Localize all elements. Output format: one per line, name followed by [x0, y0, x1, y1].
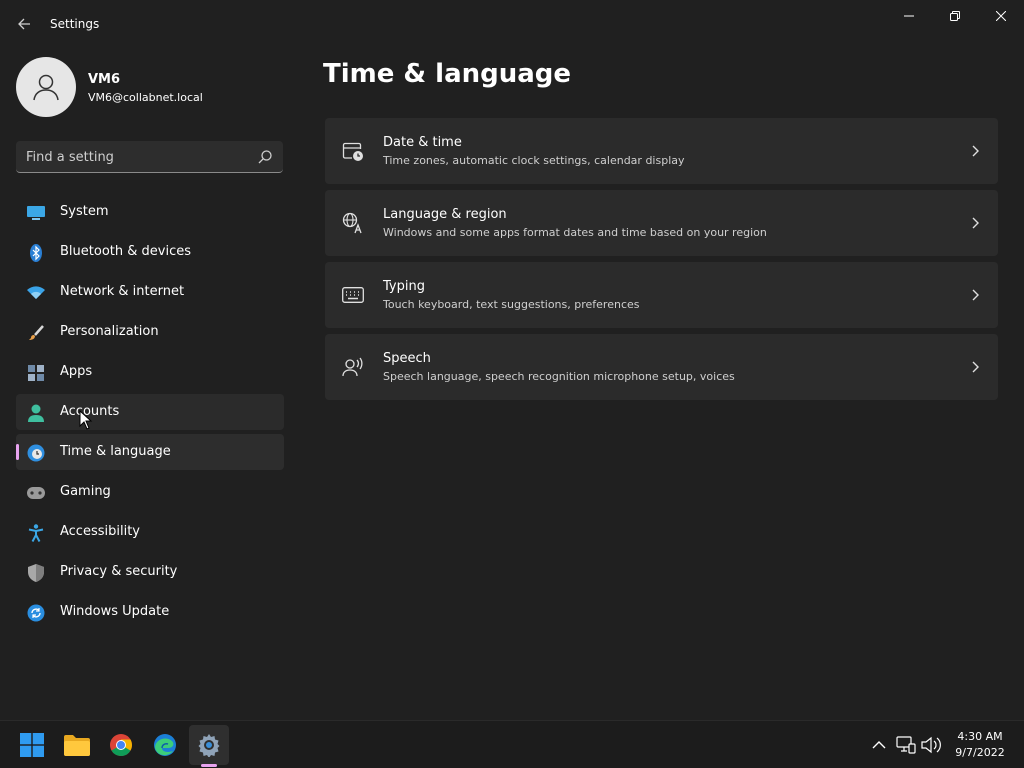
card-typing[interactable]: Typing Touch keyboard, text suggestions,…: [325, 262, 998, 328]
sidebar-item-accounts[interactable]: Accounts: [16, 394, 284, 430]
card-speech[interactable]: Speech Speech language, speech recogniti…: [325, 334, 998, 400]
card-description: Windows and some apps format dates and t…: [383, 226, 767, 239]
bluetooth-icon: [27, 244, 45, 262]
taskbar: 4:30 AM 9/7/2022: [0, 720, 1024, 768]
chevron-up-icon: [872, 741, 886, 749]
update-icon: [27, 604, 45, 622]
card-title: Typing: [383, 279, 425, 294]
taskbar-file-explorer[interactable]: [57, 725, 97, 765]
brush-icon: [27, 324, 45, 342]
chevron-right-icon: [972, 145, 979, 157]
card-date-time[interactable]: Date & time Time zones, automatic clock …: [325, 118, 998, 184]
network-tray-button[interactable]: [896, 735, 916, 755]
restore-button[interactable]: [932, 0, 978, 32]
sidebar-item-label: Time & language: [60, 444, 171, 459]
card-title: Date & time: [383, 135, 462, 150]
sidebar-item-apps[interactable]: Apps: [16, 354, 284, 390]
taskbar-settings[interactable]: [189, 725, 229, 765]
taskbar-chrome[interactable]: [101, 725, 141, 765]
sidebar-item-network[interactable]: Network & internet: [16, 274, 284, 310]
speech-icon: [341, 355, 365, 379]
globe-clock-icon: [27, 444, 45, 462]
file-explorer-icon: [64, 735, 90, 756]
sidebar-item-system[interactable]: System: [16, 194, 284, 230]
sidebar-item-personalization[interactable]: Personalization: [16, 314, 284, 350]
app-title: Settings: [50, 17, 100, 31]
sidebar-item-label: Privacy & security: [60, 564, 178, 579]
selection-indicator: [16, 444, 19, 460]
card-description: Touch keyboard, text suggestions, prefer…: [383, 298, 640, 311]
taskbar-edge[interactable]: [145, 725, 185, 765]
sidebar-item-label: Windows Update: [60, 604, 170, 619]
title-bar: Settings: [0, 0, 1024, 48]
settings-cards: Date & time Time zones, automatic clock …: [325, 118, 998, 406]
sidebar-item-privacy[interactable]: Privacy & security: [16, 554, 284, 590]
keyboard-icon: [341, 283, 365, 307]
language-icon: [341, 211, 365, 235]
clock-time[interactable]: 4:30 AM: [950, 730, 1010, 743]
person-icon: [27, 404, 45, 422]
sidebar-item-label: Gaming: [60, 484, 111, 499]
card-description: Speech language, speech recognition micr…: [383, 370, 735, 383]
search-input[interactable]: [26, 147, 246, 167]
sidebar-item-label: System: [60, 204, 109, 219]
sidebar-item-label: Accessibility: [60, 524, 140, 539]
back-button[interactable]: [10, 10, 38, 38]
card-title: Language & region: [383, 207, 507, 222]
sidebar-item-label: Personalization: [60, 324, 159, 339]
close-icon: [996, 11, 1006, 21]
monitor-icon: [27, 204, 45, 222]
minimize-button[interactable]: [886, 0, 932, 32]
search-box[interactable]: [16, 141, 283, 173]
sidebar-item-accessibility[interactable]: Accessibility: [16, 514, 284, 550]
sidebar-item-label: Bluetooth & devices: [60, 244, 191, 259]
avatar[interactable]: [16, 57, 76, 117]
wifi-icon: [27, 284, 45, 302]
person-icon: [33, 74, 59, 101]
card-language-region[interactable]: Language & region Windows and some apps …: [325, 190, 998, 256]
page-title: Time & language: [323, 59, 572, 89]
minimize-icon: [904, 15, 914, 17]
back-arrow-icon: [18, 18, 30, 30]
chevron-right-icon: [972, 217, 979, 229]
sidebar-nav: System Bluetooth & devices Network & int…: [16, 194, 284, 634]
restore-icon: [950, 11, 960, 21]
volume-tray-button[interactable]: [921, 735, 941, 755]
sidebar-item-bluetooth[interactable]: Bluetooth & devices: [16, 234, 284, 270]
edge-icon: [154, 734, 176, 756]
apps-icon: [27, 364, 45, 382]
user-email: VM6@collabnet.local: [88, 91, 203, 104]
calendar-clock-icon: [341, 139, 365, 163]
start-icon: [20, 733, 44, 757]
chevron-right-icon: [972, 289, 979, 301]
chrome-icon: [110, 734, 132, 756]
search-icon[interactable]: [257, 149, 273, 165]
sidebar-item-label: Apps: [60, 364, 93, 379]
shield-icon: [27, 564, 45, 582]
card-title: Speech: [383, 351, 431, 366]
show-hidden-icons-button[interactable]: [869, 735, 889, 755]
sidebar-item-gaming[interactable]: Gaming: [16, 474, 284, 510]
sidebar-item-label: Network & internet: [60, 284, 185, 299]
sidebar-item-windows-update[interactable]: Windows Update: [16, 594, 284, 630]
sidebar-item-time-language[interactable]: Time & language: [16, 434, 284, 470]
volume-icon: [921, 736, 941, 754]
active-app-indicator: [201, 764, 217, 767]
mouse-cursor-icon: [79, 410, 93, 430]
close-button[interactable]: [978, 0, 1024, 32]
card-description: Time zones, automatic clock settings, ca…: [383, 154, 685, 167]
accessibility-icon: [27, 524, 45, 542]
start-button[interactable]: [12, 725, 52, 765]
user-name: VM6: [88, 72, 121, 87]
settings-icon: [198, 734, 220, 757]
chevron-right-icon: [972, 361, 979, 373]
network-icon: [896, 736, 916, 754]
gamepad-icon: [27, 484, 45, 502]
clock-date[interactable]: 9/7/2022: [950, 746, 1010, 759]
